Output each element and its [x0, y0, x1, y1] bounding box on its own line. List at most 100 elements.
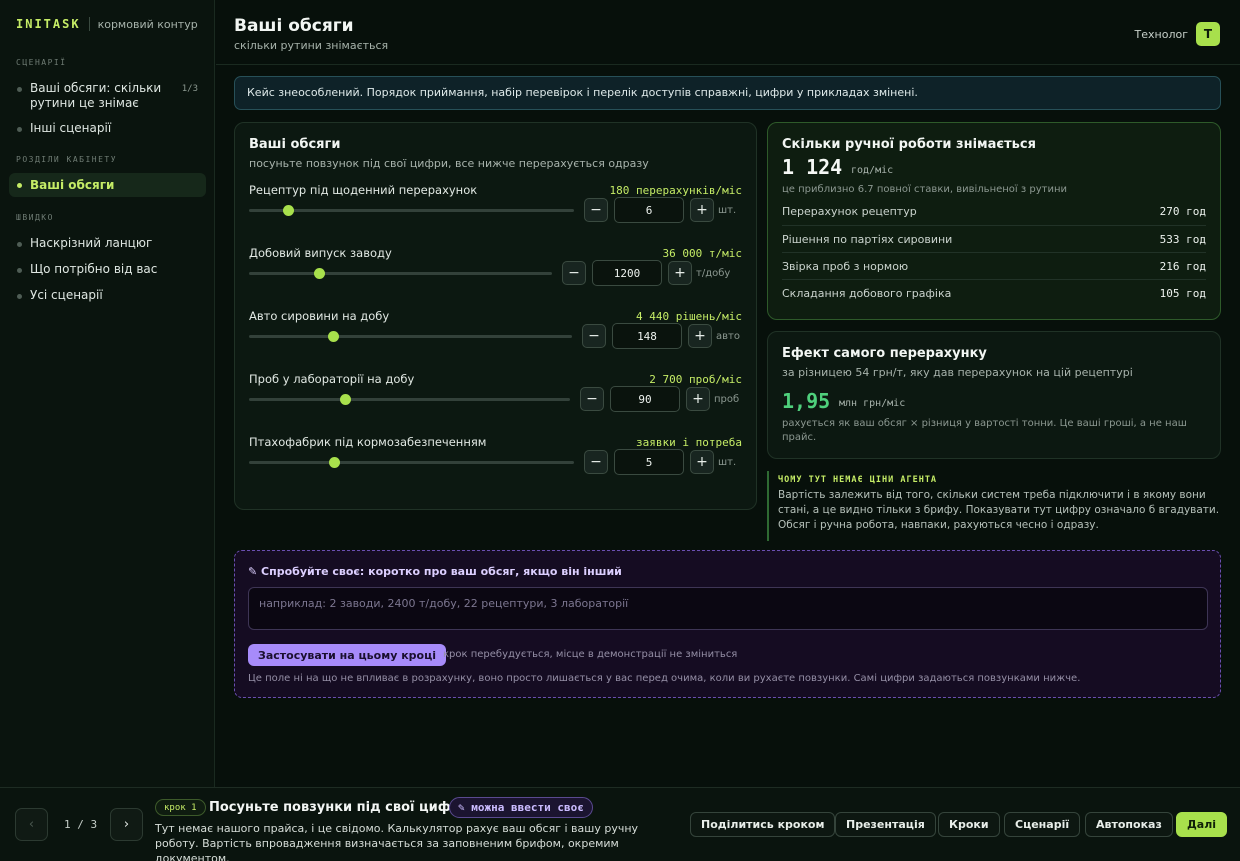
value-input[interactable]: 90 — [610, 386, 680, 412]
value-input[interactable]: 148 — [612, 323, 682, 349]
recalc-effect-card: Ефект самого перерахунку за різницею 54 … — [767, 331, 1221, 459]
slider-result: заявки і потреба — [636, 436, 742, 449]
brand-logo: INITASK — [16, 17, 81, 31]
apply-button[interactable]: Застосувати на цьому кроці — [248, 644, 447, 666]
manual-hours-unit: год/міс — [851, 165, 894, 176]
value-unit: т/добу — [696, 267, 731, 279]
anonymized-notice: Кейс знеособлений. Порядок приймання, на… — [234, 76, 1221, 110]
value-unit: проб — [714, 393, 740, 405]
sidebar-item-all-scenarios[interactable]: Усі сценарії — [9, 288, 206, 303]
apply-hint: крок перебудується, місце в демонстрації… — [443, 649, 738, 660]
value-input[interactable]: 5 — [614, 449, 684, 475]
steps-button[interactable]: Кроки — [938, 812, 1000, 837]
value-unit: шт. — [718, 204, 737, 216]
effect-title: Ефект самого перерахунку — [782, 346, 987, 361]
range-slider[interactable] — [249, 205, 574, 216]
decrement-button[interactable]: − — [562, 261, 586, 285]
user-role[interactable]: Технолог Т — [1135, 22, 1220, 46]
range-slider[interactable] — [249, 394, 570, 405]
sidebar-item-volumes-scenario[interactable]: Ваші обсяги: скільки рутини це знімає 1/… — [9, 81, 206, 111]
effect-note: рахується як ваш обсяг × різниця у варто… — [782, 418, 1187, 443]
hours-row-value: 270 год — [1159, 205, 1206, 218]
footer-bar: ‹ 1 / 3 › крок 1 Посуньте повзунки під с… — [0, 787, 1240, 861]
own-input-chip[interactable]: ✎ можна ввести своє — [449, 797, 593, 818]
increment-button[interactable]: + — [686, 387, 710, 411]
range-slider[interactable] — [249, 331, 572, 342]
sidebar-item-label: Ваші обсяги — [30, 177, 115, 192]
increment-button[interactable]: + — [668, 261, 692, 285]
volumes-card-subtitle: посуньте повзунок під свої цифри, все ни… — [249, 157, 649, 170]
slider-result: 180 перерахунків/міс — [609, 184, 742, 197]
next-button[interactable]: Далі — [1176, 812, 1228, 837]
step-badge: крок 1 — [155, 799, 206, 816]
scenarios-button[interactable]: Сценарії — [1004, 812, 1081, 837]
header-divider — [216, 64, 1240, 65]
decrement-button[interactable]: − — [580, 387, 604, 411]
increment-button[interactable]: + — [690, 198, 714, 222]
decrement-button[interactable]: − — [582, 324, 606, 348]
sidebar-item-volumes[interactable]: Ваші обсяги — [9, 173, 206, 197]
hours-row: Перерахунок рецептур 270 год — [782, 198, 1206, 225]
decrement-button[interactable]: − — [584, 198, 608, 222]
try-own-panel: ✎ Спробуйте своє: коротко про ваш обсяг,… — [234, 550, 1221, 698]
slider-result: 4 440 рішень/міс — [636, 310, 742, 323]
volumes-card-title: Ваші обсяги — [249, 137, 341, 152]
avatar[interactable]: Т — [1196, 22, 1220, 46]
hours-row-label: Звірка проб з нормою — [782, 259, 909, 273]
slider-thumb[interactable] — [327, 331, 339, 342]
volume-description-input[interactable]: наприклад: 2 заводи, 2400 т/добу, 22 рец… — [248, 587, 1208, 630]
sidebar-section-quick: ШВИДКО — [16, 213, 54, 222]
autoplay-button[interactable]: Автопоказ — [1085, 812, 1173, 837]
value-input[interactable]: 1200 — [592, 260, 662, 286]
value-stepper[interactable]: −5 + шт. — [584, 449, 744, 475]
slider-thumb[interactable] — [283, 205, 294, 216]
effect-value: 1,95 — [782, 389, 831, 413]
slider-label: Добовий випуск заводу — [249, 246, 392, 260]
slider-result: 2 700 проб/міс — [649, 373, 742, 386]
range-slider[interactable] — [249, 457, 574, 468]
decrement-button[interactable]: − — [584, 450, 608, 474]
sidebar-section-cabinet: РОЗДІЛИ КАБІНЕТУ — [16, 155, 118, 164]
sidebar-item-label: Інші сценарії — [30, 121, 112, 135]
bullet-icon — [17, 127, 22, 132]
next-step-arrow-button[interactable]: › — [110, 808, 143, 841]
hours-row-label: Перерахунок рецептур — [782, 205, 917, 218]
value-stepper[interactable]: −90 + проб — [580, 386, 744, 412]
effect-unit: млн грн/міс — [839, 398, 906, 409]
sidebar-item-label: Усі сценарії — [30, 288, 103, 302]
sidebar: INITASK кормовий контур СЦЕНАРІЇ Ваші об… — [0, 0, 215, 787]
hours-row-value: 533 год — [1159, 232, 1206, 246]
slider-thumb[interactable] — [328, 457, 340, 468]
bullet-icon — [17, 87, 22, 92]
slider-label: Птахофабрик під кормозабезпеченням — [249, 435, 487, 449]
hours-row: Звірка проб з нормою 216 год — [782, 252, 1206, 279]
page-title: Ваші обсяги — [234, 16, 354, 36]
why-no-price: ЧОМУ ТУТ НЕМАЄ ЦІНИ АГЕНТА Вартість зале… — [767, 471, 1221, 541]
range-slider[interactable] — [249, 268, 552, 279]
sidebar-item-other-scenarios[interactable]: Інші сценарії — [9, 121, 206, 136]
brand: INITASK кормовий контур — [16, 17, 198, 31]
sidebar-item-label: Ваші обсяги: скільки рутини це знімає — [30, 81, 162, 110]
why-text: Вартість залежить від того, скільки сист… — [778, 489, 1220, 531]
share-step-button[interactable]: Поділитись кроком — [690, 812, 836, 837]
increment-button[interactable]: + — [690, 450, 714, 474]
value-input[interactable]: 6 — [614, 197, 684, 223]
manual-hours-value: 1 124 — [782, 155, 843, 179]
value-stepper[interactable]: −1200 + т/добу — [562, 260, 744, 286]
sidebar-item-label: Що потрібно від вас — [30, 262, 158, 276]
slider-thumb[interactable] — [313, 268, 325, 279]
page-subtitle: скільки рутини знімається — [234, 39, 389, 52]
value-stepper[interactable]: −6 + шт. — [584, 197, 744, 223]
sidebar-item-chain[interactable]: Наскрізний ланцюг — [9, 236, 206, 251]
role-label: Технолог — [1134, 27, 1188, 41]
prev-step-button[interactable]: ‹ — [15, 808, 48, 841]
sidebar-item-requirements[interactable]: Що потрібно від вас — [9, 262, 206, 277]
slider-thumb[interactable] — [340, 394, 352, 405]
increment-button[interactable]: + — [688, 324, 712, 348]
step-title: Посуньте повзунки під свої цифри — [209, 800, 470, 815]
slider-label: Проб у лабораторії на добу — [249, 372, 415, 386]
manual-work-title: Скільки ручної роботи знімається — [782, 137, 1036, 152]
presentation-button[interactable]: Презентація — [835, 812, 936, 837]
hours-row: Складання добового графіка 105 год — [782, 279, 1206, 306]
value-stepper[interactable]: −148 + авто — [582, 323, 744, 349]
